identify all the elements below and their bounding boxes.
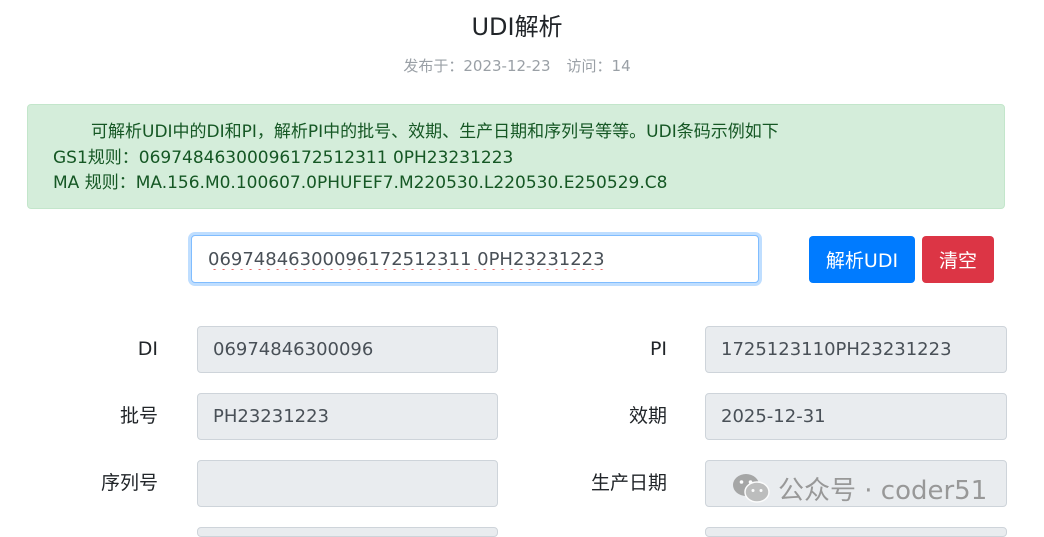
clear-button[interactable]: 清空 bbox=[922, 236, 994, 283]
page-title: UDI解析 bbox=[471, 13, 563, 41]
pi-field[interactable] bbox=[705, 326, 1007, 373]
visit-count: 访问：14 bbox=[566, 57, 631, 75]
next-row-field-left bbox=[197, 527, 498, 537]
next-row-field-right bbox=[705, 527, 1007, 537]
di-label: DI bbox=[137, 338, 158, 360]
batch-field[interactable] bbox=[197, 393, 498, 440]
article-meta: 发布于：2023-12-23 访问：14 bbox=[0, 56, 1034, 76]
info-intro: 可解析UDI中的DI和PI，解析PI中的批号、效期、生产日期和序列号等等。UDI… bbox=[91, 122, 779, 142]
production-date-label: 生产日期 bbox=[590, 472, 667, 494]
expiry-field[interactable] bbox=[705, 393, 1007, 440]
udi-input[interactable] bbox=[191, 235, 759, 283]
expiry-label: 效期 bbox=[628, 405, 667, 427]
di-field[interactable] bbox=[197, 326, 498, 373]
watermark-text: 公众号 · coder51 bbox=[778, 475, 988, 506]
gs1-example: GS1规则：06974846300096172512311 0PH2323122… bbox=[53, 147, 514, 168]
info-alert: 可解析UDI中的DI和PI，解析PI中的批号、效期、生产日期和序列号等等。UDI… bbox=[27, 104, 1005, 209]
parse-udi-button[interactable]: 解析UDI bbox=[809, 236, 915, 283]
serial-field[interactable] bbox=[197, 460, 498, 507]
pi-label: PI bbox=[649, 338, 667, 360]
watermark: 公众号 · coder51 bbox=[732, 468, 987, 508]
batch-label: 批号 bbox=[119, 405, 158, 427]
published-date: 发布于：2023-12-23 bbox=[403, 57, 551, 75]
serial-label: 序列号 bbox=[100, 472, 158, 494]
wechat-icon bbox=[733, 474, 770, 503]
ma-example: MA 规则：MA.156.M0.100607.0PHUFEF7.M220530.… bbox=[53, 173, 668, 193]
